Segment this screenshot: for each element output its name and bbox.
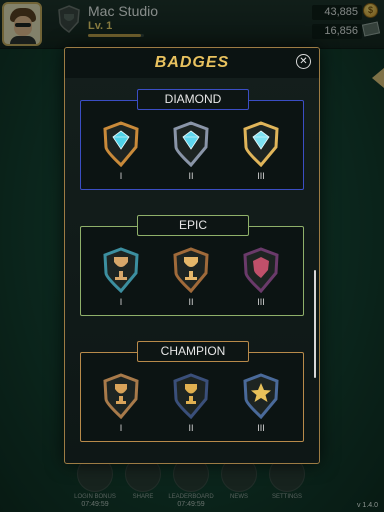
badge-section-diamond: DIAMOND I II III [80,89,304,191]
version-label: v 1.4.0 [356,502,378,509]
diamond-badge-gold-icon [243,121,279,167]
badge-epic-3[interactable]: III [235,247,287,317]
cup-shield-gold-icon [173,373,209,419]
badge-tier-label: III [257,171,265,181]
diamond-badge-bronze-icon [103,121,139,167]
badge-diamond-3[interactable]: III [235,121,287,191]
badge-tier-label: III [257,423,265,433]
badge-section-epic: EPIC I II III [80,215,304,317]
modal-scrollbar[interactable] [314,270,316,378]
trophy-badge-teal-icon [103,247,139,293]
badge-epic-2[interactable]: II [165,247,217,317]
section-title: DIAMOND [137,89,249,110]
modal-header: BADGES ✕ [65,48,319,78]
badge-champion-3[interactable]: III [235,373,287,443]
badge-champion-2[interactable]: II [165,373,217,443]
badge-section-champion: CHAMPION I II III [80,341,304,443]
cup-shield-bronze-icon [103,373,139,419]
badge-tier-label: I [119,171,123,181]
modal-title: BADGES [154,54,230,71]
badge-tier-label: III [257,297,265,307]
badge-tier-label: I [119,297,123,307]
badge-tier-label: II [188,171,194,181]
trophy-badge-bronze-icon [173,247,209,293]
star-shield-blue-icon [243,373,279,419]
badge-tier-label: II [188,297,194,307]
diamond-badge-silver-icon [173,121,209,167]
shield-badge-purple-icon [243,247,279,293]
section-title: EPIC [137,215,249,236]
section-title: CHAMPION [137,341,249,362]
badge-diamond-1[interactable]: I [95,121,147,191]
badge-diamond-2[interactable]: II [165,121,217,191]
close-icon[interactable]: ✕ [296,54,311,69]
badge-epic-1[interactable]: I [95,247,147,317]
badge-champion-1[interactable]: I [95,373,147,443]
badge-tier-label: I [119,423,123,433]
badge-tier-label: II [188,423,194,433]
